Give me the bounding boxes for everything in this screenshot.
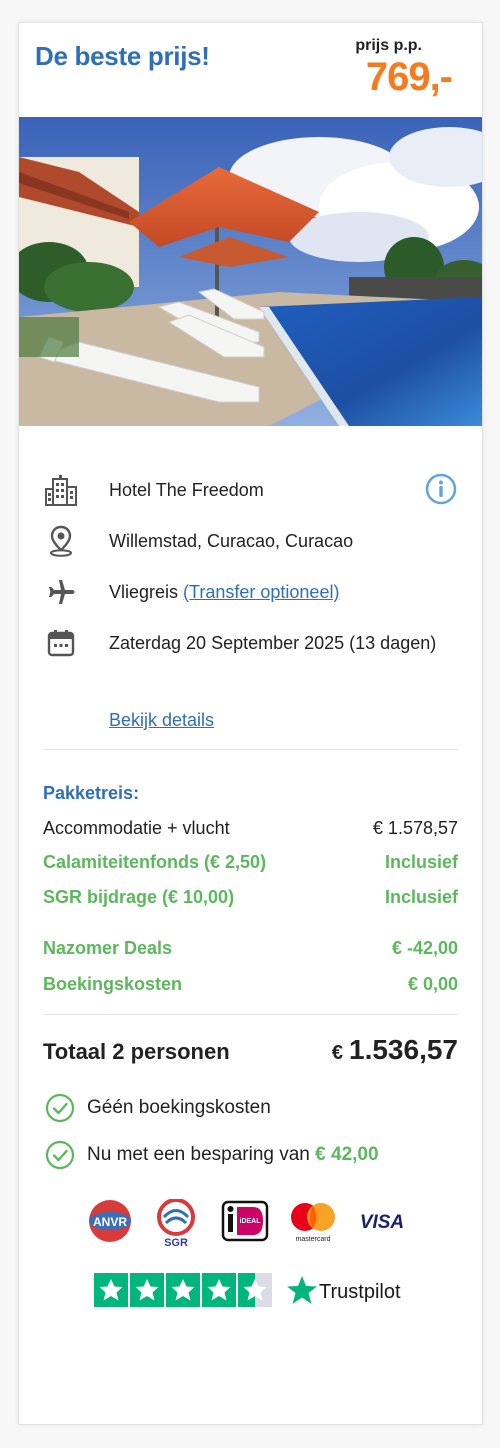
total-amount: 1.536,57 (349, 1034, 458, 1065)
payment-logos: ANVR SGR iDEAL mastercard VISA (19, 1198, 482, 1254)
trustpilot-star-icon (287, 1276, 317, 1304)
total-row: Totaal 2 personen €1.536,57 (43, 1034, 458, 1066)
trustpilot-stars (94, 1273, 272, 1307)
date-row: Zaterdag 20 September 2025 (13 dagen) (43, 623, 458, 663)
travel-type-row: Vliegreis (Transfer optioneel) (43, 572, 458, 612)
mastercard-text: mastercard (295, 1236, 330, 1243)
price-line-value: € -42,00 (391, 938, 458, 958)
building-icon (43, 472, 79, 508)
hotel-row: Hotel The Freedom (43, 470, 458, 510)
benefit-item: Géén boekingskosten (45, 1093, 271, 1123)
sgr-text: SGR (164, 1237, 188, 1249)
anvr-logo: ANVR (89, 1200, 131, 1242)
hotel-name: Hotel The Freedom (109, 479, 264, 500)
hotel-pool-image (19, 117, 482, 426)
mastercard-logo: mastercard (291, 1203, 335, 1243)
trustpilot-rating[interactable]: Trustpilot (19, 1272, 482, 1313)
price-line-label: SGR bijdrage (€ 10,00) (43, 887, 235, 907)
price-per-person-value: 769,- (365, 55, 453, 99)
offer-card: De beste prijs! prijs p.p. 769,- Hotel T… (18, 22, 483, 1425)
price-line-value: € 0,00 (407, 974, 458, 994)
trustpilot-label: Trustpilot (319, 1281, 401, 1303)
travel-type: Vliegreis (Transfer optioneel) (109, 582, 339, 603)
price-line: Nazomer Deals € -42,00 (43, 938, 458, 959)
total-currency: € (331, 1042, 343, 1064)
divider (43, 749, 458, 750)
price-line: Accommodatie + vlucht € 1.578,57 (43, 818, 458, 839)
location-row: Willemstad, Curacao, Curacao (43, 521, 458, 561)
ideal-text: iDEAL (240, 1218, 262, 1225)
calendar-icon (43, 625, 79, 661)
details-link[interactable]: Bekijk details (109, 710, 214, 731)
info-icon[interactable] (424, 472, 458, 506)
best-price-title: De beste prijs! (35, 41, 210, 71)
travel-type-label: Vliegreis (109, 581, 179, 602)
price-line-label: Accommodatie + vlucht (43, 818, 230, 838)
anvr-text: ANVR (93, 1215, 127, 1229)
price-header: De beste prijs! prijs p.p. 769,- (19, 23, 482, 117)
travel-date: Zaterdag 20 September 2025 (13 dagen) (109, 632, 437, 653)
price-line-label: Boekingskosten (43, 974, 183, 994)
transfer-optional-link[interactable]: (Transfer optioneel) (183, 582, 339, 602)
price-line-value: Inclusief (384, 852, 458, 872)
hotel-photo[interactable] (19, 117, 482, 426)
package-heading: Pakketreis: (43, 783, 140, 803)
price-line-label: Nazomer Deals (43, 938, 173, 958)
check-circle-icon (45, 1140, 75, 1170)
benefit-text: Géén boekingskosten (87, 1097, 271, 1118)
location-pin-icon (43, 523, 79, 559)
price-line: SGR bijdrage (€ 10,00) Inclusief (43, 887, 458, 908)
airplane-icon (43, 574, 79, 610)
benefit-item: Nu met een besparing van € 42,00 (45, 1140, 379, 1170)
ideal-logo: iDEAL (221, 1200, 269, 1242)
hotel-location: Willemstad, Curacao, Curacao (109, 530, 354, 551)
price-line-value: Inclusief (384, 887, 458, 907)
check-circle-icon (45, 1093, 75, 1123)
total-value: €1.536,57 (332, 1034, 458, 1066)
sgr-logo: SGR (157, 1198, 195, 1249)
price-line-label: Calamiteitenfonds (€ 2,50) (43, 852, 267, 872)
price-line: Boekingskosten € 0,00 (43, 974, 458, 995)
price-line: Calamiteitenfonds (€ 2,50) Inclusief (43, 852, 458, 873)
price-per-person-label: prijs p.p. (355, 37, 422, 54)
savings-amount: € 42,00 (315, 1144, 379, 1165)
benefit-text: Nu met een besparing van (87, 1144, 310, 1165)
divider (43, 1014, 458, 1015)
price-line-value: € 1.578,57 (372, 818, 458, 838)
total-label: Totaal 2 personen (43, 1039, 230, 1064)
visa-logo: VISA (360, 1212, 404, 1233)
